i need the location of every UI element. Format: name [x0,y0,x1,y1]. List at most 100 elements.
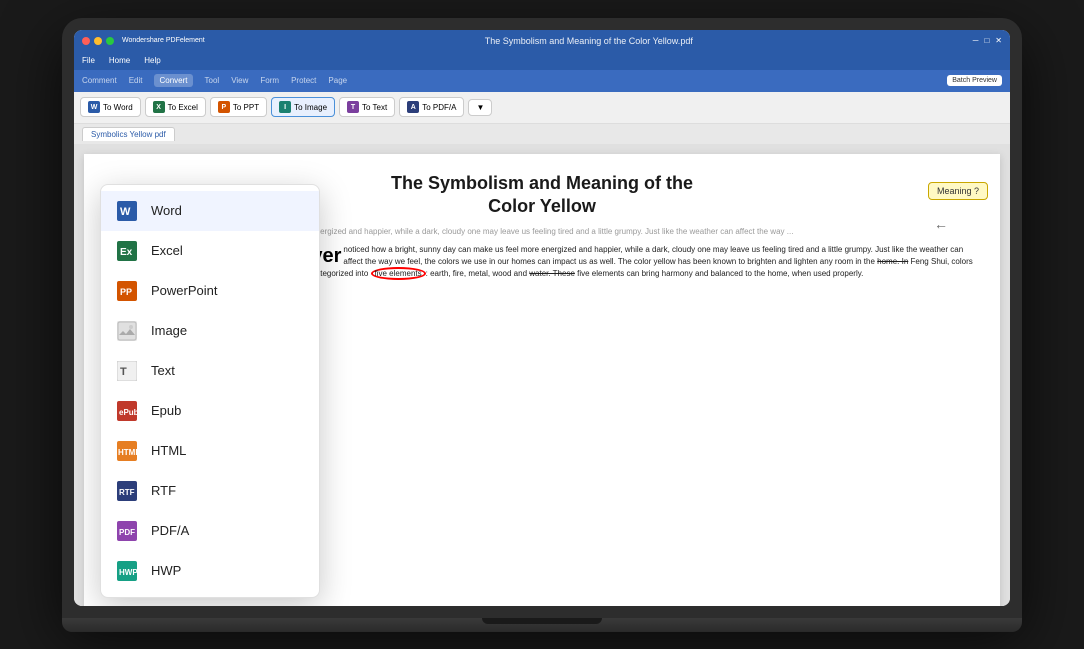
to-ppt-btn[interactable]: P To PPT [210,97,267,117]
tab-view[interactable]: View [231,76,248,85]
epub-dropdown-icon: ePub [115,399,139,423]
more-icon: ▼ [476,103,484,112]
laptop-screen: Wondershare PDFelement The Symbolism and… [62,18,1022,618]
dropdown-item-rtf[interactable]: RTF RTF [101,471,319,511]
to-ppt-label: To PPT [233,103,259,112]
rtf-dropdown-label: RTF [151,483,176,498]
to-image-label: To Image [294,103,327,112]
html-dropdown-label: HTML [151,443,186,458]
batch-preview-btn[interactable]: Batch Preview [947,75,1002,86]
tab-protect[interactable]: Protect [291,76,316,85]
svg-text:PP: PP [120,287,132,297]
svg-text:RTF: RTF [119,488,135,497]
hwp-dropdown-label: HWP [151,563,181,578]
to-image-btn[interactable]: I To Image [271,97,335,117]
dropdown-item-image[interactable]: Image [101,311,319,351]
text-dropdown-label: Text [151,363,175,378]
pdfa-icon: A [407,101,419,113]
tab-edit[interactable]: Edit [129,76,143,85]
tab-tool[interactable]: Tool [205,76,220,85]
menu-home[interactable]: Home [109,56,130,65]
win-min-icon[interactable]: ─ [973,36,979,45]
to-word-btn[interactable]: W To Word [80,97,141,117]
body-text-4: five elements can bring harmony and bala… [575,269,863,278]
strikethrough-home: home. In [877,257,908,266]
more-btn[interactable]: ▼ [468,99,492,116]
image-icon: I [279,101,291,113]
svg-text:T: T [120,366,127,378]
dropdown-item-ppt[interactable]: PP PowerPoint [101,271,319,311]
win-max-icon[interactable]: □ [984,36,989,45]
to-word-label: To Word [103,103,133,112]
tab-form[interactable]: Form [260,76,279,85]
rtf-dropdown-icon: RTF [115,479,139,503]
svg-text:PDF: PDF [119,528,135,537]
to-pdfa-label: To PDF/A [422,103,456,112]
epub-dropdown-label: Epub [151,403,181,418]
document-area: Meaning ? ← The Symbolism and Meaning of… [74,144,1010,606]
strikethrough-water: water. These [529,269,575,278]
convert-dropdown[interactable]: W Word Ex [100,184,320,598]
window-action-buttons: ─ □ ✕ [973,36,1002,45]
to-text-btn[interactable]: T To Text [339,97,395,117]
app-tabbar: Symbolics Yellow pdf [74,124,1010,144]
dropdown-item-epub[interactable]: ePub Epub [101,391,319,431]
body-text-main: noticed how a bright, sunny day can make… [343,245,963,266]
text-dropdown-icon: T [115,359,139,383]
word-dropdown-icon: W [115,199,139,223]
excel-dropdown-icon: Ex [115,239,139,263]
document-text: Ever noticed how a bright, sunny day can… [298,244,980,464]
convert-toolbar: W To Word X To Excel P To PPT I To Image… [74,92,1010,124]
to-pdfa-btn[interactable]: A To PDF/A [399,97,464,117]
dropdown-overlay: W Word Ex [100,184,320,598]
win-close-icon[interactable]: ✕ [995,36,1002,45]
app-menubar: File Home Help [74,52,1010,70]
dropdown-item-word[interactable]: W Word [101,191,319,231]
doc-tab[interactable]: Symbolics Yellow pdf [82,127,175,141]
dropdown-item-hwp[interactable]: HWP HWP [101,551,319,591]
pdfa-dropdown-icon: PDF [115,519,139,543]
window-controls [82,37,114,45]
dropdown-item-html[interactable]: HTML HTML [101,431,319,471]
laptop-base [62,618,1022,632]
close-btn-dot[interactable] [82,37,90,45]
hwp-dropdown-icon: HWP [115,559,139,583]
excel-dropdown-label: Excel [151,243,183,258]
svg-text:Ex: Ex [120,247,133,258]
app-titlebar: Wondershare PDFelement The Symbolism and… [74,30,1010,52]
ppt-dropdown-icon: PP [115,279,139,303]
tab-convert[interactable]: Convert [154,74,192,87]
to-text-label: To Text [362,103,387,112]
minimize-btn-dot[interactable] [94,37,102,45]
tab-page[interactable]: Page [328,76,347,85]
dropdown-item-text[interactable]: T Text [101,351,319,391]
tab-comment[interactable]: Comment [82,76,117,85]
menu-help[interactable]: Help [144,56,160,65]
dropdown-item-excel[interactable]: Ex Excel [101,231,319,271]
svg-text:HTML: HTML [118,448,137,457]
image-dropdown-icon [115,319,139,343]
menu-file[interactable]: File [82,56,95,65]
pdfa-dropdown-label: PDF/A [151,523,189,538]
html-dropdown-icon: HTML [115,439,139,463]
image-dropdown-label: Image [151,323,187,338]
app-logo-text: Wondershare PDFelement [122,37,205,44]
window-title: The Symbolism and Meaning of the Color Y… [209,36,969,46]
ppt-dropdown-label: PowerPoint [151,283,217,298]
app-content: Meaning ? ← The Symbolism and Meaning of… [74,144,1010,606]
excel-icon: X [153,101,165,113]
maximize-btn-dot[interactable] [106,37,114,45]
svg-text:ePub: ePub [119,408,137,417]
text-icon: T [347,101,359,113]
word-icon: W [88,101,100,113]
document-page: Meaning ? ← The Symbolism and Meaning of… [84,154,1000,606]
circled-five: five elements [371,267,426,280]
ribbon-tab-bar: Comment Edit Convert Tool View Form Prot… [74,70,1010,92]
to-excel-btn[interactable]: X To Excel [145,97,206,117]
ppt-icon: P [218,101,230,113]
batch-button[interactable]: Batch Preview [947,75,1002,86]
dropdown-item-pdfa[interactable]: PDF PDF/A [101,511,319,551]
svg-text:W: W [120,206,131,218]
svg-text:HWP: HWP [119,568,137,577]
word-dropdown-label: Word [151,203,182,218]
